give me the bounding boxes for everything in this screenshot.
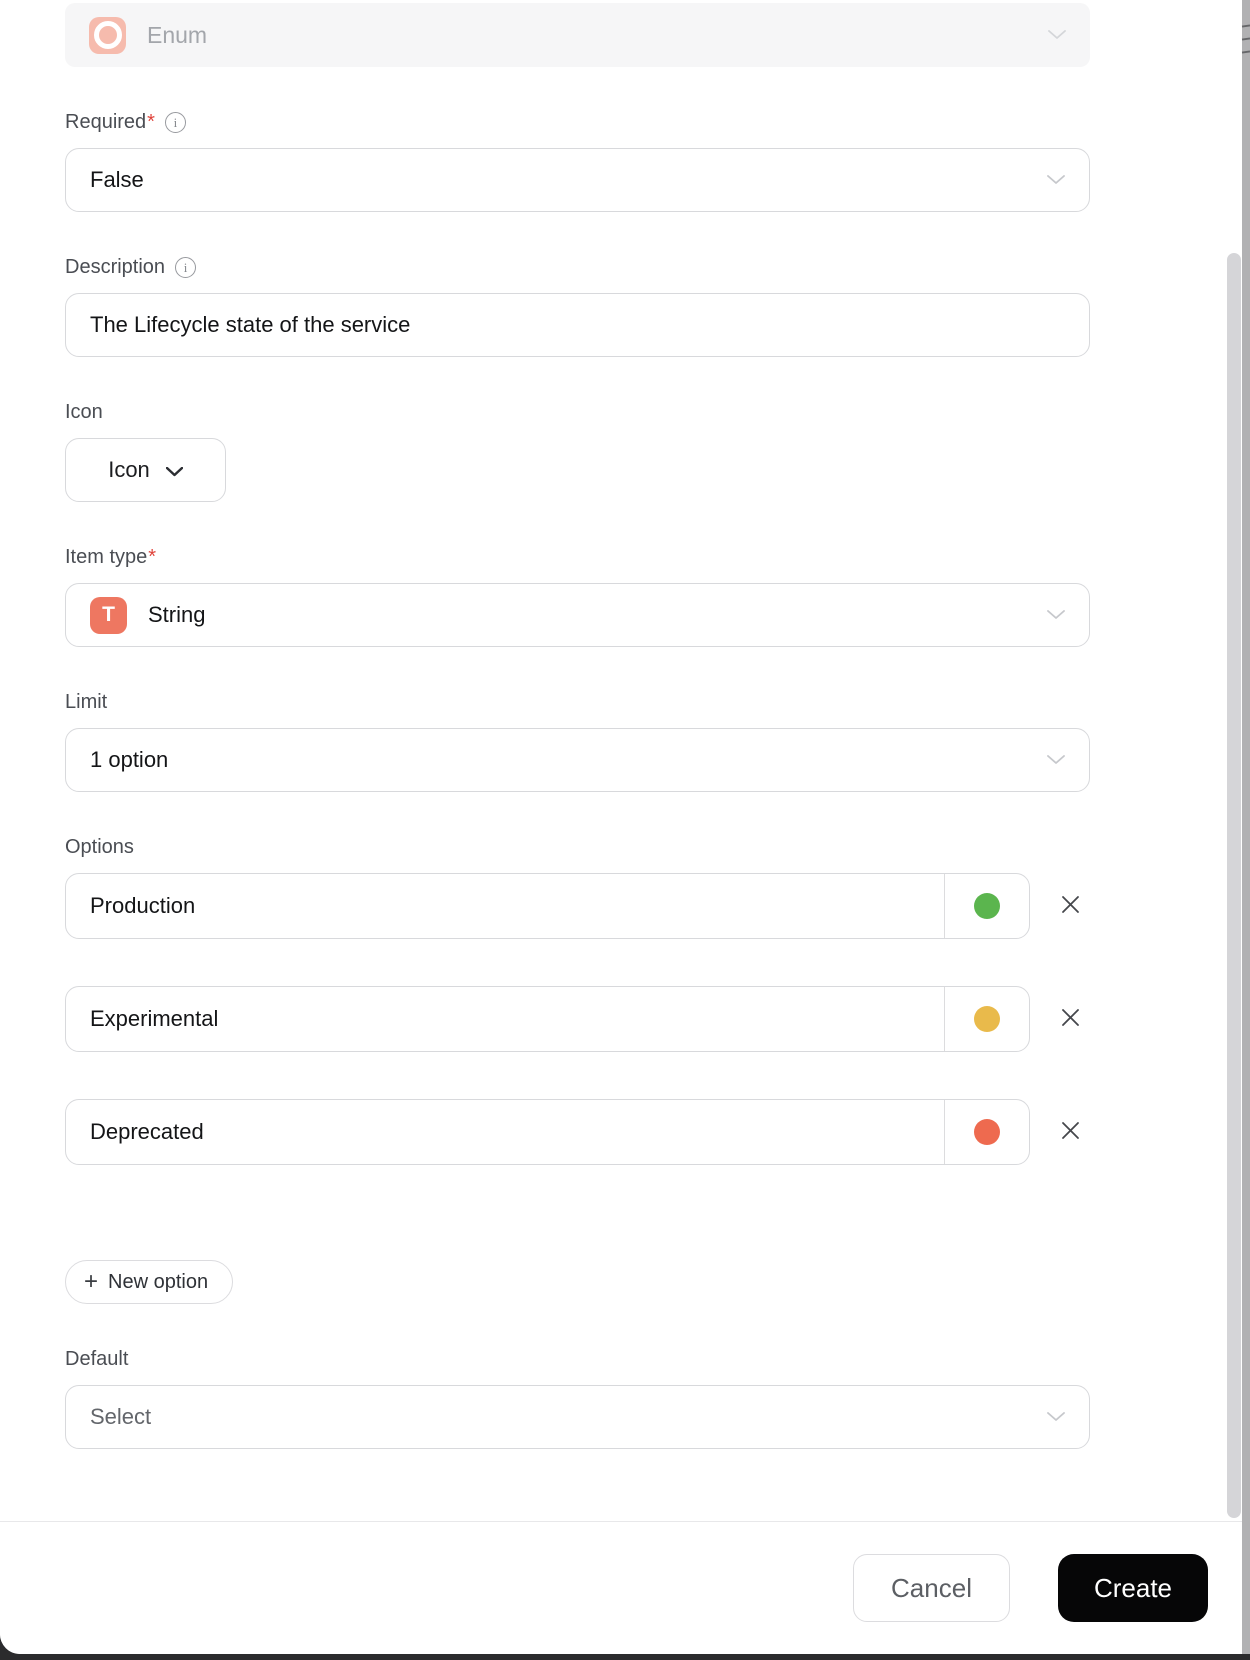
option-field bbox=[65, 1099, 1030, 1165]
dialog-scrollbar-thumb[interactable] bbox=[1227, 253, 1241, 1518]
limit-select-value: 1 option bbox=[90, 747, 169, 772]
option-value-input[interactable] bbox=[66, 874, 944, 938]
option-color-dot bbox=[974, 1006, 1000, 1032]
option-row bbox=[65, 986, 1090, 1052]
default-label: Default bbox=[65, 1348, 129, 1370]
item-type-label-row: Item type * bbox=[65, 544, 1090, 571]
item-type-label: Item type bbox=[65, 546, 148, 568]
item-type-select[interactable]: T String bbox=[65, 583, 1090, 647]
cancel-button[interactable]: Cancel bbox=[853, 1554, 1010, 1622]
window-edge-strip bbox=[1241, 0, 1250, 1654]
close-icon bbox=[1059, 893, 1082, 919]
chevron-down-icon bbox=[1047, 1412, 1065, 1422]
description-label-row: Description i bbox=[65, 254, 1090, 281]
dialog-footer: Cancel Create bbox=[0, 1521, 1242, 1654]
description-input[interactable] bbox=[65, 293, 1090, 357]
background-content-fragment bbox=[1241, 37, 1250, 41]
chevron-down-icon bbox=[165, 457, 183, 483]
remove-option-button[interactable] bbox=[1057, 1006, 1083, 1032]
enum-type-icon bbox=[89, 16, 126, 54]
required-select[interactable]: False bbox=[65, 148, 1090, 212]
background-content-fragment bbox=[1241, 50, 1250, 54]
dialog-form: Enum Required* i False Description i Ico… bbox=[65, 0, 1090, 1449]
required-asterisk: * bbox=[147, 111, 155, 133]
item-type-asterisk: * bbox=[148, 546, 157, 568]
create-property-dialog: Enum Required* i False Description i Ico… bbox=[0, 0, 1242, 1654]
icon-picker-label: Icon bbox=[108, 457, 150, 482]
chevron-down-icon bbox=[1047, 175, 1065, 185]
option-color-dot bbox=[974, 893, 1000, 919]
option-color-picker[interactable] bbox=[944, 874, 1029, 938]
options-label: Options bbox=[65, 836, 134, 858]
icon-label-row: Icon bbox=[65, 399, 1090, 426]
option-row bbox=[65, 1099, 1090, 1165]
info-icon[interactable]: i bbox=[175, 257, 197, 278]
chevron-down-icon bbox=[1047, 755, 1065, 765]
default-select[interactable]: Select bbox=[65, 1385, 1090, 1449]
chevron-down-icon bbox=[1048, 30, 1066, 40]
item-type-value: String bbox=[148, 602, 206, 627]
limit-label-row: Limit bbox=[65, 689, 1090, 716]
plus-icon: + bbox=[84, 1268, 99, 1295]
info-icon[interactable]: i bbox=[164, 112, 186, 133]
options-label-row: Options bbox=[65, 834, 1090, 861]
option-field bbox=[65, 986, 1030, 1052]
option-color-picker[interactable] bbox=[944, 1100, 1029, 1164]
property-type-select[interactable]: Enum bbox=[65, 3, 1090, 67]
new-option-button[interactable]: + New option bbox=[65, 1260, 234, 1304]
property-type-value: Enum bbox=[147, 21, 208, 48]
icon-picker-button[interactable]: Icon bbox=[65, 438, 226, 502]
close-icon bbox=[1059, 1119, 1082, 1145]
required-label-row: Required * i bbox=[65, 109, 1090, 136]
create-button[interactable]: Create bbox=[1058, 1554, 1208, 1622]
option-color-picker[interactable] bbox=[944, 987, 1029, 1051]
remove-option-button[interactable] bbox=[1057, 1119, 1083, 1145]
string-type-icon: T bbox=[90, 596, 127, 634]
description-label: Description bbox=[65, 256, 166, 278]
limit-select[interactable]: 1 option bbox=[65, 728, 1090, 792]
required-label: Required bbox=[65, 111, 147, 133]
close-icon bbox=[1059, 1006, 1082, 1032]
option-color-dot bbox=[974, 1119, 1000, 1145]
option-value-input[interactable] bbox=[66, 1100, 944, 1164]
option-value-input[interactable] bbox=[66, 987, 944, 1051]
default-select-placeholder: Select bbox=[90, 1404, 152, 1429]
required-select-value: False bbox=[90, 167, 144, 192]
chevron-down-icon bbox=[1047, 610, 1065, 620]
limit-label: Limit bbox=[65, 691, 108, 713]
new-option-label: New option bbox=[108, 1270, 209, 1293]
icon-label: Icon bbox=[65, 401, 103, 423]
default-label-row: Default bbox=[65, 1346, 1090, 1373]
remove-option-button[interactable] bbox=[1057, 893, 1083, 919]
option-field bbox=[65, 873, 1030, 939]
option-row bbox=[65, 873, 1090, 939]
enum-ring-glyph bbox=[93, 21, 122, 49]
background-content-fragment bbox=[1241, 24, 1250, 28]
